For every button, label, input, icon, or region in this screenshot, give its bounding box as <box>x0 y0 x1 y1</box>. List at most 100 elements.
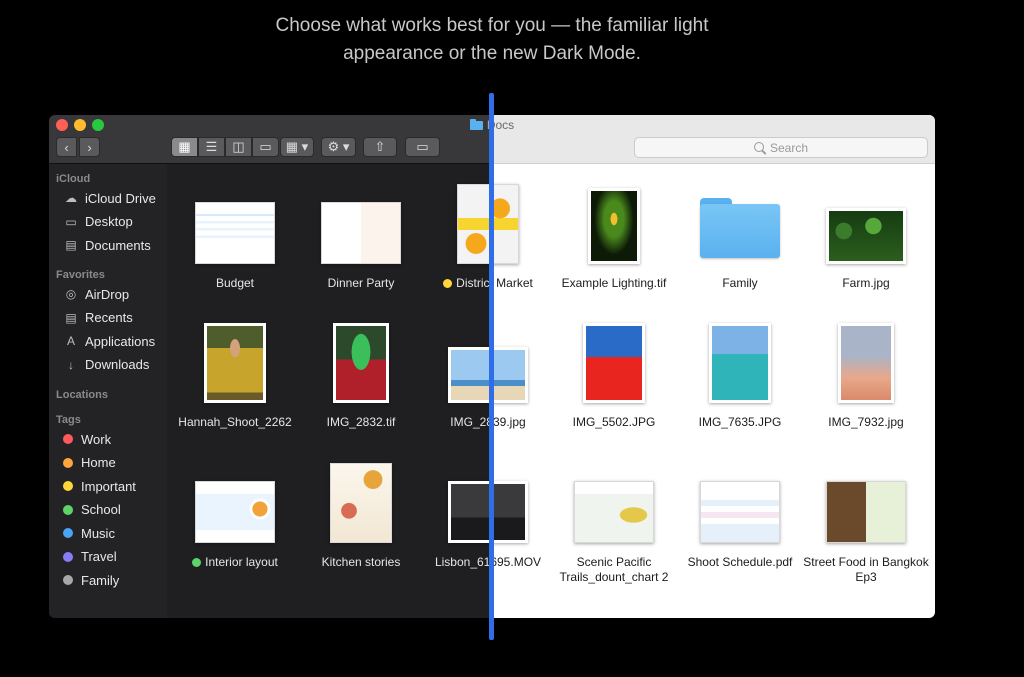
file-name: Dinner Party <box>288 276 434 291</box>
tag-color-dot <box>63 575 73 585</box>
file-item[interactable]: IMG_7635.JPG <box>677 311 803 451</box>
share-button[interactable]: ⇧ <box>363 137 397 157</box>
sidebar-item-recents[interactable]: ▤ Recents <box>63 308 132 328</box>
file-thumbnail <box>204 323 266 403</box>
sidebar-tag-travel[interactable]: Travel <box>60 547 117 567</box>
downloads-icon: ↓ <box>68 357 74 372</box>
sidebar-tag-label: Work <box>81 431 112 447</box>
file-item[interactable]: IMG_2839.jpg <box>425 311 491 451</box>
headline: Choose what works best for you — the fam… <box>0 12 984 68</box>
file-name: Scenic Pacific Trails_dount_chart 2 <box>541 555 687 585</box>
file-name-text: Farm.jpg <box>842 276 890 290</box>
file-thumbnail <box>491 481 528 543</box>
gear-icon: ⚙ ▾ <box>327 139 350 154</box>
file-thumbnail <box>448 347 491 403</box>
column-view-icon: ◫ <box>232 139 245 154</box>
list-view-button[interactable]: ☰ <box>198 137 225 157</box>
file-thumbnail <box>321 202 401 264</box>
file-item[interactable]: IMG_2839.jpg <box>491 311 551 451</box>
sidebar-tag-family[interactable]: Family <box>60 570 119 590</box>
icon-view-button[interactable]: ▦ <box>171 137 198 157</box>
file-grid: BudgetDinner PartyDistrict MarketExample… <box>491 164 935 618</box>
file-name: Budget <box>162 276 308 291</box>
file-item[interactable]: Hannah_Shoot_2262 <box>172 311 298 451</box>
file-thumbnail <box>838 323 894 403</box>
column-view-button[interactable]: ◫ <box>225 137 252 157</box>
dark-mode-pane: Docs ‹ › ▦ ☰ ◫ ▭ ▦ ▾ ⚙ ▾ ⇧ ▭ Search iClo… <box>49 115 491 618</box>
view-mode-segment: ▦ ☰ ◫ ▭ <box>171 137 280 157</box>
file-name-text: Budget <box>215 276 255 290</box>
file-name-text: Shoot Schedule.pdf <box>687 555 793 569</box>
back-button[interactable]: ‹ <box>56 137 77 157</box>
file-item[interactable]: Shoot Schedule.pdf <box>677 451 803 591</box>
sidebar-tag-important[interactable]: Important <box>60 476 136 496</box>
file-item[interactable]: Interior layout <box>172 451 298 591</box>
headline-line-2: appearance or the new Dark Mode. <box>343 43 641 64</box>
file-item[interactable]: Family <box>677 172 803 312</box>
sidebar-item-documents[interactable]: ▤ Documents <box>63 235 150 255</box>
tag-color-dot <box>63 504 73 515</box>
file-thumbnail <box>195 481 275 543</box>
group-by-button[interactable]: ▦ ▾ <box>280 137 314 157</box>
file-item[interactable]: District Market <box>425 172 491 312</box>
sidebar-item-airdrop[interactable]: ◎ AirDrop <box>63 284 129 304</box>
sidebar-tag-home[interactable]: Home <box>60 453 116 473</box>
sidebar-tag-label: Travel <box>81 549 117 564</box>
sidebar-section-favorites: Favorites <box>56 269 105 281</box>
file-item[interactable]: Street Food in Bangkok Ep3 <box>803 451 929 591</box>
gallery-view-button[interactable]: ▭ <box>252 137 279 157</box>
file-item[interactable]: IMG_5502.JPG <box>551 311 677 451</box>
icon-view-icon: ▦ <box>178 139 191 154</box>
action-button[interactable]: ⚙ ▾ <box>321 137 356 157</box>
sidebar-item-downloads[interactable]: ↓ Downloads <box>63 355 149 375</box>
folder-icon <box>469 119 483 130</box>
sidebar-item-label: Downloads <box>85 357 150 372</box>
sidebar-item-desktop[interactable]: ▭ Desktop <box>63 212 132 232</box>
appearance-divider[interactable] <box>489 93 494 640</box>
file-item[interactable]: IMG_7932.jpg <box>803 311 929 451</box>
toolbar: Docs ‹ › ▦ ☰ ◫ ▭ ▦ ▾ ⚙ ▾ ⇧ ▭ Search <box>491 115 935 164</box>
tag-color-dot <box>443 279 453 288</box>
tag-color-dot <box>63 457 73 468</box>
file-name: IMG_7635.JPG <box>667 415 813 430</box>
light-mode-pane: Docs ‹ › ▦ ☰ ◫ ▭ ▦ ▾ ⚙ ▾ ⇧ ▭ Search iClo… <box>491 115 935 618</box>
file-item[interactable]: Lisbon_61695.MOV <box>425 451 491 591</box>
sidebar-item-label: AirDrop <box>85 286 130 302</box>
applications-icon: A <box>66 334 75 348</box>
search-field[interactable]: Search <box>634 137 928 158</box>
sidebar-tag-label: Family <box>81 572 120 588</box>
file-item[interactable]: Example Lighting.tif <box>551 172 677 312</box>
file-name-text: IMG_7932.jpg <box>828 415 904 429</box>
sidebar-tag-music[interactable]: Music <box>60 523 115 543</box>
file-item[interactable]: Kitchen stories <box>298 451 424 591</box>
file-item[interactable]: IMG_2832.tif <box>298 311 424 451</box>
file-thumbnail <box>491 184 519 264</box>
tag-color-dot <box>63 434 73 444</box>
file-name-text: Lisbon_61695.MOV <box>491 555 542 569</box>
airdrop-icon: ◎ <box>65 287 77 301</box>
sidebar-tag-label: School <box>81 502 121 517</box>
file-name-text: IMG_5502.JPG <box>572 415 656 429</box>
file-name-text: IMG_7635.JPG <box>698 415 782 429</box>
sidebar-tag-work[interactable]: Work <box>60 429 111 449</box>
file-item[interactable]: Budget <box>172 172 298 312</box>
file-item[interactable]: Dinner Party <box>298 172 424 312</box>
tag-color-dot <box>63 551 73 562</box>
share-icon: ⇧ <box>374 139 386 154</box>
tag-button[interactable]: ▭ <box>405 137 440 157</box>
sidebar-item-icloud-drive[interactable]: ☁ iCloud Drive <box>63 188 156 208</box>
window-title-text: Docs <box>491 118 515 132</box>
sidebar-tag-school[interactable]: School <box>60 500 121 520</box>
forward-button[interactable]: › <box>79 137 100 157</box>
sidebar-item-applications[interactable]: A Applications <box>63 331 155 351</box>
file-item[interactable]: District Market <box>491 172 551 312</box>
file-thumbnail <box>588 188 640 264</box>
file-grid: BudgetDinner PartyDistrict MarketExample… <box>167 164 491 618</box>
file-name: Example Lighting.tif <box>541 276 687 291</box>
file-item[interactable]: Farm.jpg <box>803 172 929 312</box>
file-name: Lisbon_61695.MOV <box>415 555 491 570</box>
file-thumbnail <box>709 323 771 403</box>
file-name: Farm.jpg <box>793 276 935 291</box>
file-thumbnail <box>574 481 654 543</box>
file-item[interactable]: Scenic Pacific Trails_dount_chart 2 <box>551 451 677 591</box>
